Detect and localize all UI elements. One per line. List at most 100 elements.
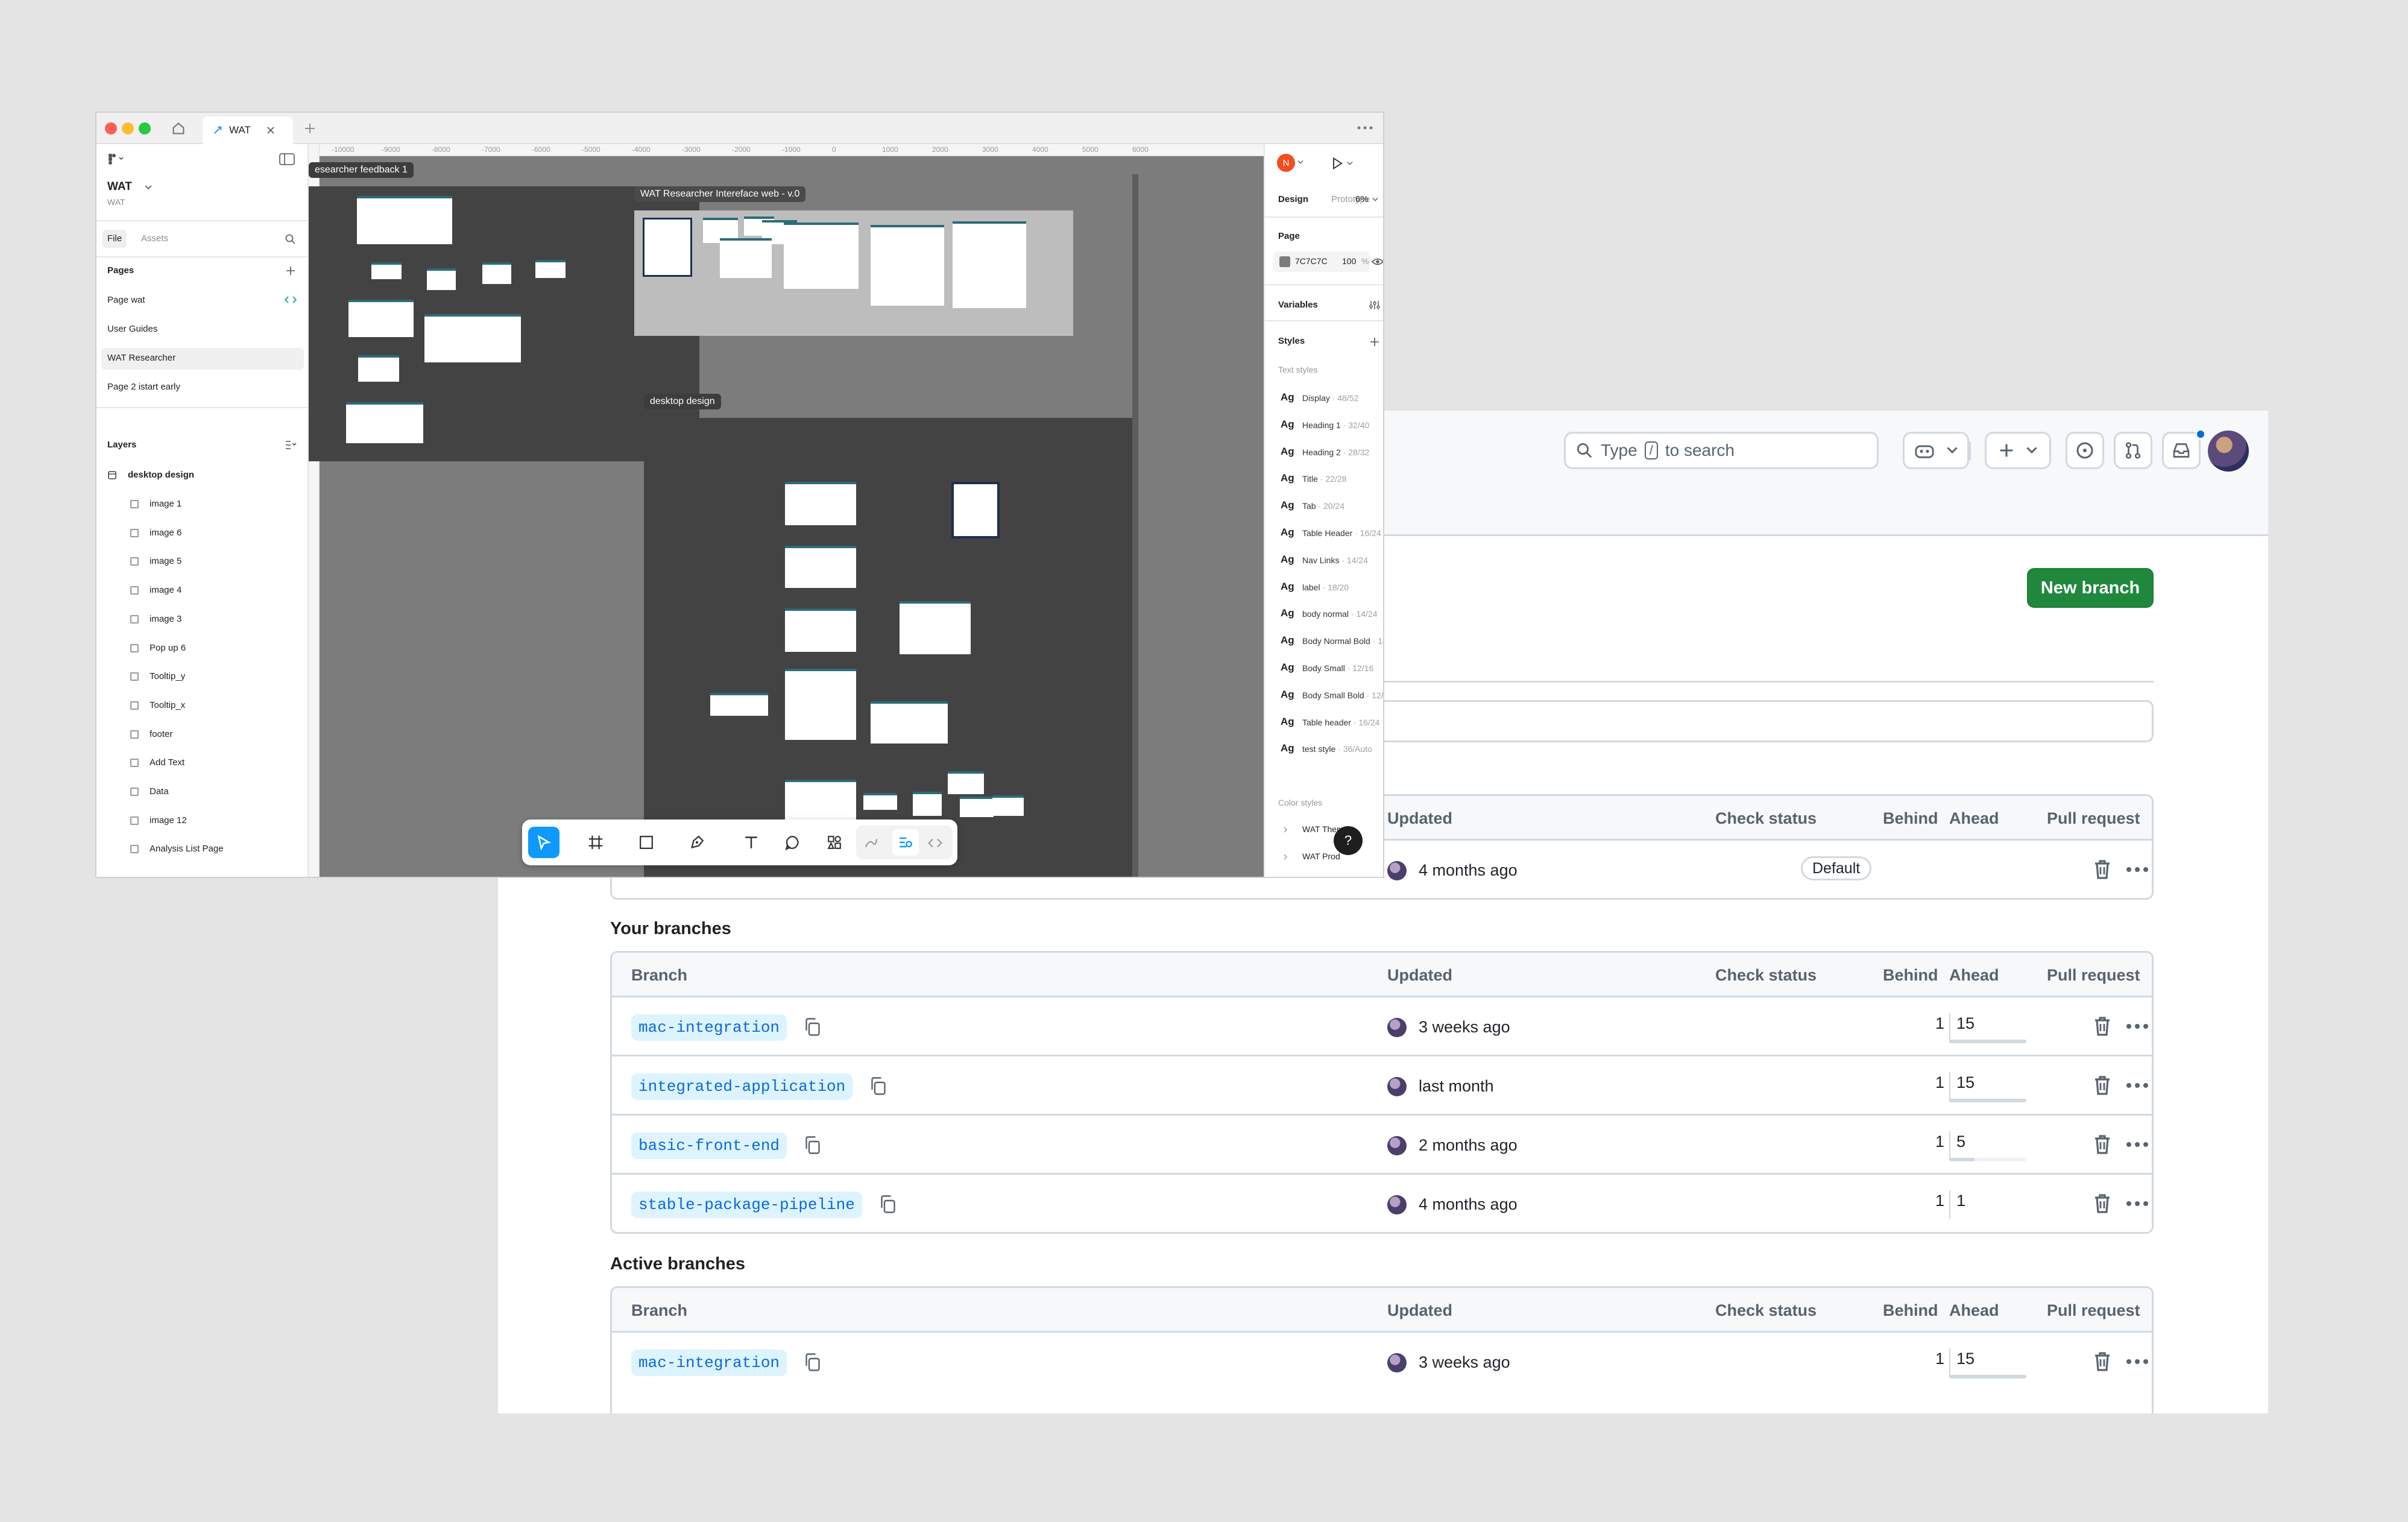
minimize-window-button[interactable] [122,122,134,134]
copy-icon[interactable] [804,1017,822,1037]
frame-label-desktop[interactable]: desktop design [644,394,721,409]
layer-item[interactable]: Tooltip_x [150,700,185,710]
pull-requests-button[interactable] [2114,432,2152,469]
layers-list-icon[interactable] [285,440,297,450]
user-avatar[interactable] [2208,431,2249,472]
close-window-button[interactable] [105,122,117,134]
layer-item[interactable]: Tooltip_y [150,671,185,681]
draw-mode-icon[interactable] [863,835,879,851]
tab-wat[interactable]: WAT [203,116,293,144]
variables-settings-icon[interactable] [1369,300,1381,311]
comment-tool-icon[interactable] [784,834,801,851]
zoom-level[interactable]: 6% [1355,194,1369,204]
layer-item[interactable]: Add Text [150,757,184,768]
more-options-icon[interactable] [2125,1075,2149,1096]
more-options-icon[interactable] [2125,1015,2149,1037]
text-style-item[interactable]: Table header · 16/24 [1302,718,1379,727]
text-style-item[interactable]: body normal · 14/24 [1302,609,1378,619]
chevron-right-icon[interactable] [1283,826,1288,833]
tab-file[interactable]: File [107,233,122,244]
copy-icon[interactable] [804,1352,822,1372]
chevron-down-icon[interactable] [145,185,152,190]
user-avatar[interactable]: N [1277,154,1295,172]
layer-root-desktop-design[interactable]: desktop design [128,470,194,480]
search-icon[interactable] [285,233,297,245]
color-style-group[interactable]: WAT Prod [1302,851,1340,861]
page-opacity-value[interactable]: 100 [1342,256,1356,266]
page-item-wat-researcher[interactable]: WAT Researcher [107,353,175,363]
file-name[interactable]: WAT [107,180,132,194]
trash-icon[interactable] [2093,1015,2112,1037]
design-mode-icon[interactable] [897,834,914,851]
dev-mode-icon[interactable] [927,835,943,851]
inbox-button[interactable] [2162,432,2201,469]
text-style-item[interactable]: Table Header · 16/24 [1302,528,1381,538]
frame-label-feedback[interactable]: esearcher feedback 1 [309,162,414,178]
layer-item[interactable]: footer [150,729,172,739]
trash-icon[interactable] [2093,1134,2112,1155]
copy-icon[interactable] [869,1076,887,1096]
text-style-item[interactable]: Nav Links · 14/24 [1302,555,1368,565]
text-style-item[interactable]: Body Normal Bold · 14/16 [1302,636,1383,646]
layer-item[interactable]: Pop up 6 [150,643,186,653]
page-item-page-2[interactable]: Page 2 istart early [107,382,180,392]
create-new-button[interactable] [1985,432,2051,469]
more-options-icon[interactable] [2125,859,2149,880]
trash-icon[interactable] [2093,1351,2112,1372]
frame-tool-icon[interactable] [587,834,604,851]
maximize-window-button[interactable] [139,122,151,134]
chevron-down-icon[interactable] [1347,161,1353,166]
trash-icon[interactable] [2093,1193,2112,1214]
trash-icon[interactable] [2093,1075,2112,1096]
layer-item[interactable]: Analysis List Page [150,844,224,854]
page-color-swatch[interactable] [1279,256,1290,267]
canvas-scrollbar[interactable] [1132,174,1138,877]
layer-item[interactable]: image 12 [150,815,187,826]
layer-item[interactable]: image 5 [150,556,181,566]
tab-design[interactable]: Design [1278,194,1308,204]
branch-name-link[interactable]: stable-package-pipeline [631,1192,862,1218]
copy-icon[interactable] [879,1194,897,1214]
toggle-sidebar-icon[interactable] [279,153,295,166]
text-style-item[interactable]: Body Small Bold · 12/20 [1302,690,1383,700]
pen-tool-icon[interactable] [689,834,705,851]
figma-canvas[interactable]: -10000 -9000 -8000 -7000 -6000 -5000 -4000 -300… [309,144,1264,877]
layer-item[interactable]: Data [150,786,169,797]
page-item-user-guides[interactable]: User Guides [107,324,157,334]
more-options-icon[interactable] [2125,1193,2149,1214]
page-item-wat[interactable]: Page wat [107,295,145,305]
text-style-item[interactable]: Heading 1 · 32/40 [1302,420,1369,430]
branch-name-link[interactable]: mac-integration [631,1350,787,1376]
page-color-value[interactable]: 7C7C7C [1295,256,1328,266]
text-style-item[interactable]: Body Small · 12/16 [1302,663,1373,673]
text-style-item[interactable]: label · 18/20 [1302,583,1349,592]
add-style-icon[interactable] [1369,336,1381,348]
search-input[interactable]: Type / to search [1564,432,1879,469]
layer-item[interactable]: image 1 [150,499,181,509]
text-style-item[interactable]: Display · 48/52 [1302,393,1358,403]
new-branch-button[interactable]: New branch [2027,568,2154,608]
trash-icon[interactable] [2093,859,2112,880]
branch-name-link[interactable]: integrated-application [631,1073,853,1100]
actions-tool-icon[interactable] [826,834,843,851]
more-options-icon[interactable] [2125,1351,2149,1372]
branch-name-link[interactable]: mac-integration [631,1014,787,1041]
issues-button[interactable] [2066,432,2104,469]
more-options-icon[interactable] [2125,1134,2149,1155]
help-button[interactable]: ? [1334,826,1363,855]
close-tab-icon[interactable] [266,126,275,134]
tab-assets[interactable]: Assets [141,233,168,244]
chevron-right-icon[interactable] [1283,853,1288,860]
present-icon[interactable] [1330,156,1344,171]
copilot-button[interactable] [1903,432,1969,469]
text-style-item[interactable]: test style · 36/Auto [1302,744,1372,754]
copy-icon[interactable] [804,1135,822,1155]
layer-item[interactable]: image 6 [150,528,181,538]
chevron-down-icon[interactable] [1297,160,1303,165]
branch-name-link[interactable]: basic-front-end [631,1132,787,1159]
chevron-down-icon[interactable] [1372,197,1378,202]
rectangle-tool-icon[interactable] [638,834,655,851]
new-tab-icon[interactable] [304,122,316,134]
text-style-item[interactable]: Heading 2 · 28/32 [1302,447,1369,457]
text-style-item[interactable]: Title · 22/28 [1302,474,1346,484]
